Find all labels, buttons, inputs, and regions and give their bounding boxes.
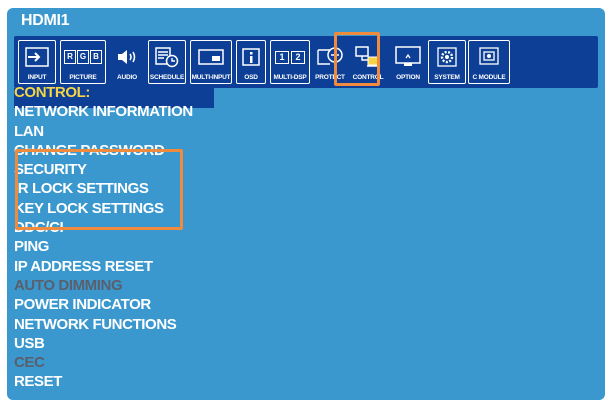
menu-item-ping[interactable]: PING: [14, 237, 193, 256]
menu-item-reset[interactable]: RESET: [14, 372, 193, 391]
menu-item-network-functions[interactable]: NETWORK FUNCTIONS: [14, 315, 193, 334]
tab-c-module-label: C MODULE: [472, 74, 506, 81]
menu-item-cec: CEC: [14, 354, 45, 372]
tab-multi-dsp-label: MULTI-DSP: [273, 74, 307, 81]
tab-option-label: OPTION: [396, 74, 420, 81]
tab-c-module[interactable]: C MODULE: [468, 40, 510, 84]
tab-osd-label: OSD: [244, 74, 258, 81]
tab-control-label: CONTROL: [352, 74, 384, 81]
picture-rgb-icon: R G B: [61, 44, 105, 70]
control-icon: [351, 44, 385, 70]
menu-item-lan[interactable]: LAN: [14, 122, 193, 141]
tab-audio-label: AUDIO: [117, 74, 137, 81]
tab-system-label: SYSTEM: [434, 74, 460, 81]
picture-letter-g: G: [77, 50, 89, 64]
tab-multi-input-label: MULTI-INPUT: [191, 74, 231, 81]
tab-multi-dsp[interactable]: 1 2 MULTI-DSP: [270, 40, 310, 84]
menu-item-power-indicator[interactable]: POWER INDICATOR: [14, 295, 193, 314]
input-icon: [19, 44, 55, 70]
input-source-title: HDMI1: [21, 12, 70, 29]
control-menu-list: CONTROL: NETWORK INFORMATION LAN CHANGE …: [14, 83, 193, 392]
tab-input-label: INPUT: [27, 74, 47, 81]
tab-system[interactable]: SYSTEM: [428, 40, 466, 84]
tab-osd[interactable]: OSD: [236, 40, 266, 84]
multi-input-icon: [191, 44, 231, 70]
tab-schedule[interactable]: SCHEDULE: [148, 40, 186, 84]
menu-item-ip-address-reset[interactable]: IP ADDRESS RESET: [14, 257, 193, 276]
picture-letter-r: R: [64, 50, 76, 64]
tab-option[interactable]: OPTION: [390, 40, 426, 84]
schedule-icon: [149, 44, 185, 70]
osd-info-icon: [237, 44, 265, 70]
tab-picture-label: PICTURE: [69, 74, 97, 81]
menu-item-change-password[interactable]: CHANGE PASSWORD: [14, 141, 193, 160]
speaker-icon: [111, 44, 143, 70]
menu-item-security[interactable]: SECURITY: [14, 160, 193, 179]
multi-display-icon: 1 2: [271, 44, 309, 70]
menu-heading: CONTROL:: [14, 84, 90, 101]
menu-toolbar: INPUT R G B PICTURE AUDIO SCHEDULE MULTI…: [14, 36, 598, 88]
tab-protect-label: PROTECT: [315, 74, 345, 81]
tab-control[interactable]: CONTROL: [350, 40, 386, 84]
tab-picture[interactable]: R G B PICTURE: [60, 40, 106, 84]
tab-multi-input[interactable]: MULTI-INPUT: [190, 40, 232, 84]
picture-letter-b: B: [90, 50, 102, 64]
tab-protect[interactable]: PROTECT: [312, 40, 348, 84]
system-gear-icon: [429, 44, 465, 70]
menu-item-auto-dimming: AUTO DIMMING: [14, 276, 123, 294]
menu-item-usb[interactable]: USB: [14, 334, 193, 353]
menu-item-ir-lock-settings[interactable]: IR LOCK SETTINGS: [14, 179, 193, 198]
protect-icon: [313, 44, 347, 70]
menu-item-ddc-ci[interactable]: DDC/CI: [14, 218, 193, 237]
tab-input[interactable]: INPUT: [18, 40, 56, 84]
multi-dsp-digit-2: 2: [291, 50, 305, 64]
menu-item-network-information[interactable]: NETWORK INFORMATION: [14, 102, 193, 121]
tab-audio[interactable]: AUDIO: [110, 40, 144, 84]
menu-item-key-lock-settings[interactable]: KEY LOCK SETTINGS: [14, 199, 193, 218]
option-icon: [391, 44, 425, 70]
multi-dsp-digit-1: 1: [275, 50, 289, 64]
tab-schedule-label: SCHEDULE: [149, 74, 185, 81]
c-module-icon: [469, 44, 509, 70]
